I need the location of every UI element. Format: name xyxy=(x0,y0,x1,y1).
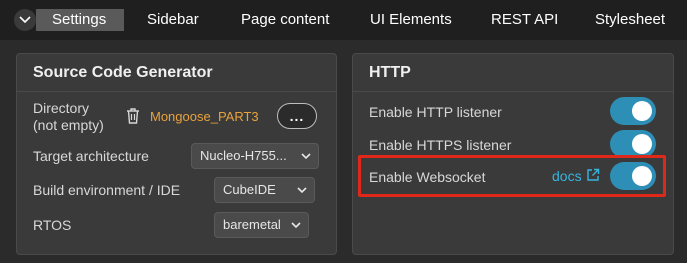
trash-icon[interactable] xyxy=(125,107,141,125)
chevron-down-icon xyxy=(291,222,301,229)
rtos-select[interactable]: baremetal xyxy=(214,212,309,238)
toggle-knob xyxy=(632,101,652,121)
panel-divider xyxy=(353,91,673,92)
build-environment-select[interactable]: CubeIDE xyxy=(214,177,315,203)
panel-title: Source Code Generator xyxy=(33,64,213,81)
https-listener-label: Enable HTTPS listener xyxy=(369,137,512,153)
rtos-value: baremetal xyxy=(223,217,281,232)
panel-divider xyxy=(17,91,336,92)
tab-stylesheet[interactable]: Stylesheet xyxy=(595,9,665,31)
directory-sublabel: (not empty) xyxy=(33,117,104,133)
chevron-down-icon xyxy=(297,187,307,194)
target-architecture-value: Nucleo-H755... xyxy=(200,148,287,163)
panel-title: HTTP xyxy=(369,64,411,81)
http-listener-toggle[interactable] xyxy=(610,97,656,125)
collapse-button[interactable] xyxy=(14,9,36,31)
http-listener-label: Enable HTTP listener xyxy=(369,104,502,120)
toggle-knob xyxy=(632,134,652,154)
target-architecture-label: Target architecture xyxy=(33,148,149,164)
tab-page-content[interactable]: Page content xyxy=(241,9,329,31)
build-environment-label: Build environment / IDE xyxy=(33,182,181,198)
tab-sidebar[interactable]: Sidebar xyxy=(147,9,199,31)
build-environment-value: CubeIDE xyxy=(223,182,276,197)
source-code-generator-panel: Source Code Generator Directory (not emp… xyxy=(16,53,337,255)
https-listener-toggle[interactable] xyxy=(610,130,656,158)
tab-rest-api[interactable]: REST API xyxy=(491,9,558,31)
chevron-down-icon xyxy=(19,16,31,24)
directory-label: Directory xyxy=(33,100,90,116)
http-panel: HTTP Enable HTTP listener Enable HTTPS l… xyxy=(352,53,674,255)
directory-value: Mongoose_PART3 xyxy=(150,109,259,124)
tab-settings[interactable]: Settings xyxy=(36,9,124,31)
rtos-label: RTOS xyxy=(33,217,72,233)
target-architecture-select[interactable]: Nucleo-H755... xyxy=(191,143,319,169)
tab-ui-elements[interactable]: UI Elements xyxy=(370,9,452,31)
browse-directory-button[interactable]: ... xyxy=(277,103,317,129)
websocket-highlight-box xyxy=(358,155,666,197)
chevron-down-icon xyxy=(301,153,311,160)
top-tab-bar: Settings Sidebar Page content UI Element… xyxy=(0,0,687,40)
